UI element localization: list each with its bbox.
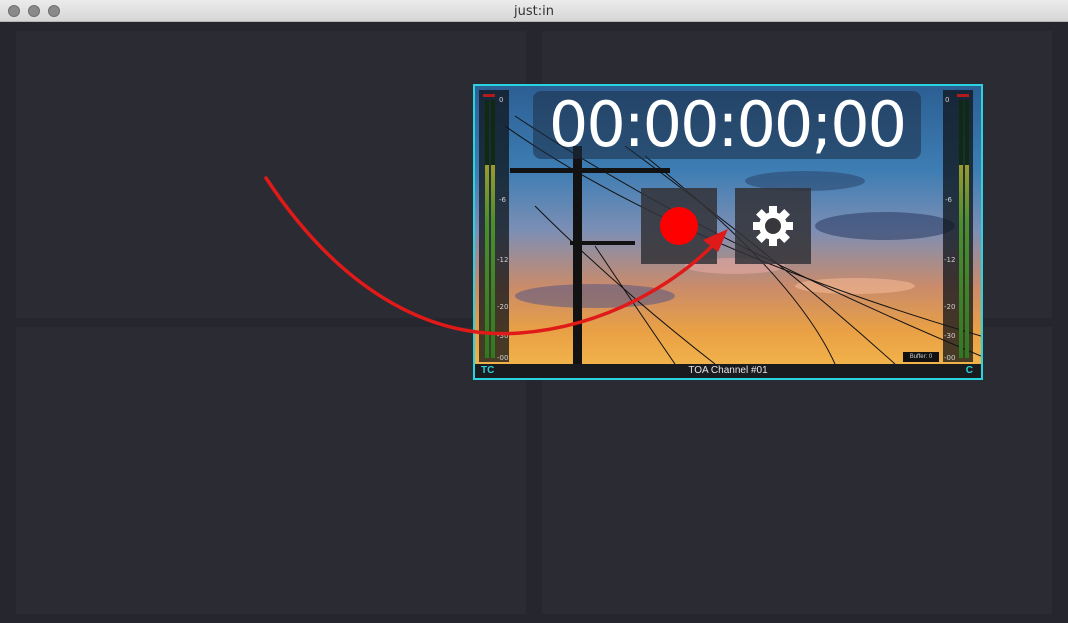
- meter-tick: -6: [499, 196, 506, 204]
- left-meter-bar-2: [491, 100, 495, 358]
- settings-button[interactable]: [735, 188, 811, 264]
- channel-tile[interactable]: 0 -6 -12 -20 -30 -00 0 -6 -12 -20 -30 -0…: [473, 84, 983, 380]
- right-meter-bar-1: [959, 100, 963, 358]
- timecode-display: 00:00:00;00: [533, 91, 921, 159]
- meter-tick: -20: [944, 303, 956, 311]
- meter-tick: -00: [944, 354, 956, 362]
- meter-tick: -00: [497, 354, 509, 362]
- channel-footer: TC TOA Channel #01 C: [475, 364, 981, 378]
- video-preview: 0 -6 -12 -20 -30 -00 0 -6 -12 -20 -30 -0…: [475, 86, 981, 364]
- meter-tick: -12: [497, 256, 509, 264]
- record-button[interactable]: [641, 188, 717, 264]
- gear-icon: [753, 206, 793, 246]
- buffer-indicator: Buffer: 0: [903, 352, 939, 362]
- right-audio-meter: 0 -6 -12 -20 -30 -00: [943, 90, 973, 362]
- meter-tick: -12: [944, 256, 956, 264]
- right-peak-indicator: [957, 94, 969, 97]
- window-title: just:in: [514, 4, 554, 19]
- meter-tick: -30: [944, 332, 956, 340]
- meter-tick: -20: [497, 303, 509, 311]
- left-audio-meter: 0 -6 -12 -20 -30 -00: [479, 90, 509, 362]
- meter-tick: 0: [499, 96, 504, 104]
- channel-name: TOA Channel #01: [688, 365, 768, 376]
- left-peak-indicator: [483, 94, 495, 97]
- channel-slot-1[interactable]: [16, 31, 526, 318]
- record-icon: [660, 207, 698, 245]
- channel-tag: C: [965, 365, 973, 376]
- meter-tick: 0: [945, 96, 950, 104]
- meter-tick: -30: [497, 332, 509, 340]
- meter-tick: -6: [945, 196, 952, 204]
- right-meter-bar-2: [965, 100, 969, 358]
- left-meter-bar-1: [485, 100, 489, 358]
- channel-slot-3[interactable]: [16, 327, 526, 614]
- window-titlebar: just:in: [0, 0, 1068, 22]
